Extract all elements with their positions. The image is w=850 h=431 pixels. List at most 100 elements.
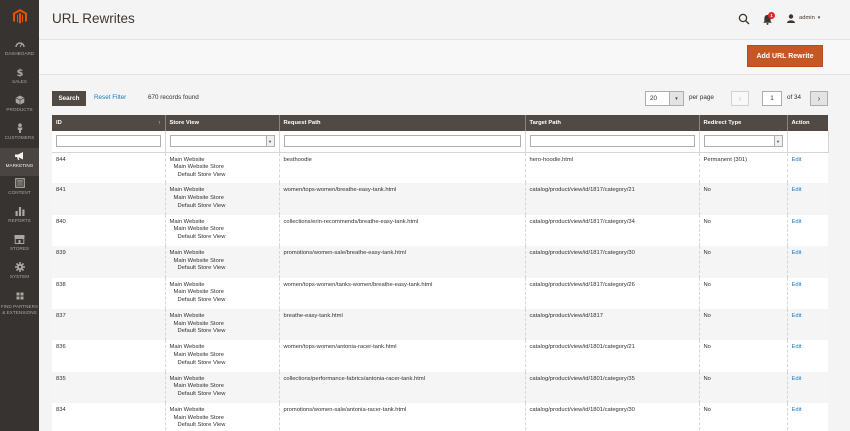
sidebar-item-label: REPORTS [8,218,31,223]
column-header-target-path[interactable]: Target Path [525,115,700,131]
store-view-name: Default Store View [177,390,226,397]
cell-action: Edit [787,277,828,309]
partners-icon [14,291,26,303]
per-page-select[interactable]: 20 ▼ [645,91,684,106]
sidebar-item-content[interactable]: CONTENT [0,175,39,203]
request-path-filter-input[interactable] [283,135,521,148]
cell-target-path: catalog/product/view/id/1817/category/30 [525,246,700,278]
sidebar-item-customers[interactable]: CUSTOMERS [0,120,39,148]
store-website: Main Website [169,375,205,382]
cell-action: Edit [787,403,828,431]
next-page-button[interactable]: › [810,91,828,106]
cell-request-path: promotions/women-sale/breathe-easy-tank.… [279,246,526,278]
sidebar-item-label: DASHBOARD [4,51,35,56]
store-view-name: Default Store View [177,233,226,240]
gear-icon [14,261,26,273]
person-icon [14,122,26,134]
store-view-name: Default Store View [177,422,226,429]
table-row[interactable]: 835 Main Website Main Website Store Default… [52,371,828,404]
cell-request-path: besthoodie [279,152,526,184]
edit-link[interactable]: Edit [792,407,802,413]
previous-page-button[interactable]: ‹ [731,91,749,106]
edit-link[interactable]: Edit [792,219,802,225]
cell-id: 844 [52,152,166,184]
user-menu[interactable]: admin ▾ [787,12,820,24]
store-website: Main Website [169,281,205,288]
edit-link[interactable]: Edit [792,187,802,193]
sidebar-item-find-partners-extensions[interactable]: FIND PARTNERS & EXTENSIONS [0,289,39,323]
column-header-store-view[interactable]: Store View [165,115,280,131]
store-view-name: Default Store View [177,359,226,366]
global-search-icon[interactable] [738,12,750,25]
store-view-filter-select[interactable]: ▼ [169,135,275,148]
sidebar-item-stores[interactable]: STORES [0,231,39,259]
edit-link[interactable]: Edit [792,282,802,288]
target-path-filter-input[interactable] [529,135,695,148]
column-header-redirect-type[interactable]: Redirect Type [699,115,788,131]
cell-store-view: Main Website Main Website Store Default St… [165,277,280,309]
page-number-input[interactable]: 1 [762,91,782,106]
sidebar-item-system[interactable]: SYSTEM [0,259,39,287]
reset-filter-link[interactable]: Reset Filter [94,94,126,101]
cell-target-path: catalog/product/view/id/1817/category/26 [525,277,700,309]
chevron-down-icon[interactable]: ▼ [669,92,683,105]
redirect-type-filter-select[interactable]: ▼ [703,135,783,148]
store-website: Main Website [169,250,205,257]
table-row[interactable]: 840 Main Website Main Website Store Default… [52,214,828,247]
table-row[interactable]: 836 Main Website Main Website Store Default… [52,340,828,372]
cell-redirect-type: No [699,371,788,404]
chevron-down-icon: ▾ [817,15,821,21]
cell-target-path: hero-hoodie.html [525,152,700,184]
cell-request-path: women/tops-women/tanks-women/breathe-eas… [279,277,526,309]
id-filter-input[interactable] [56,135,161,148]
table-row[interactable]: 834 Main Website Main Website Store Default… [52,403,828,431]
table-row[interactable]: 844 Main Website Main Website Store Default… [52,152,828,184]
edit-link[interactable]: Edit [792,344,802,350]
cell-action: Edit [787,340,828,372]
search-button[interactable]: Search [52,91,86,106]
table-row[interactable]: 841 Main Website Main Website Store Default… [52,183,828,215]
column-header-id[interactable]: ID ↑ [52,115,166,131]
svg-text:$: $ [16,68,23,77]
store-name: Main Website Store [173,164,224,171]
cell-id: 837 [52,308,166,341]
cell-redirect-type: No [699,277,788,309]
cell-store-view: Main Website Main Website Store Default St… [165,371,280,404]
magento-logo-icon[interactable] [0,0,39,33]
cell-id: 834 [52,403,166,431]
cell-redirect-type: No [699,183,788,215]
cell-store-view: Main Website Main Website Store Default St… [165,246,280,278]
table-row[interactable]: 839 Main Website Main Website Store Default… [52,246,828,278]
store-view-name: Default Store View [177,171,226,178]
cell-action: Edit [787,183,828,215]
cell-id: 835 [52,371,166,404]
cell-id: 836 [52,340,166,372]
cell-target-path: catalog/product/view/id/1817/category/21 [525,183,700,215]
cell-store-view: Main Website Main Website Store Default St… [165,403,280,431]
cell-request-path: collections/performance-fabrics/antonia-… [279,371,526,404]
cell-action: Edit [787,246,828,278]
dollar-icon: $ [14,66,26,78]
chevron-down-icon: ▼ [773,136,782,147]
table-row[interactable]: 838 Main Website Main Website Store Default… [52,277,828,309]
sidebar-item-reports[interactable]: REPORTS [0,203,39,231]
add-url-rewrite-button[interactable]: Add URL Rewrite [747,45,823,67]
cell-request-path: promotions/women-sale/antonia-racer-tank… [279,403,526,431]
edit-link[interactable]: Edit [792,313,802,319]
column-header-request-path[interactable]: Request Path [279,115,526,131]
edit-link[interactable]: Edit [792,157,802,163]
page-total: of 34 [787,94,802,101]
edit-link[interactable]: Edit [792,376,802,382]
sidebar-item-dashboard[interactable]: DASHBOARD [0,36,39,64]
store-website: Main Website [169,344,205,351]
cell-redirect-type: No [699,403,788,431]
user-name: admin [799,15,815,21]
table-row[interactable]: 837 Main Website Main Website Store Default… [52,308,828,341]
sidebar-item-marketing[interactable]: MARKETING [0,148,39,176]
cell-target-path: catalog/product/view/id/1801/category/30 [525,403,700,431]
sidebar-item-products[interactable]: PRODUCTS [0,92,39,120]
edit-link[interactable]: Edit [792,250,802,256]
store-name: Main Website Store [173,320,224,327]
sidebar-item-sales[interactable]: $ SALES [0,64,39,92]
sidebar-item-label: SALES [11,79,28,84]
